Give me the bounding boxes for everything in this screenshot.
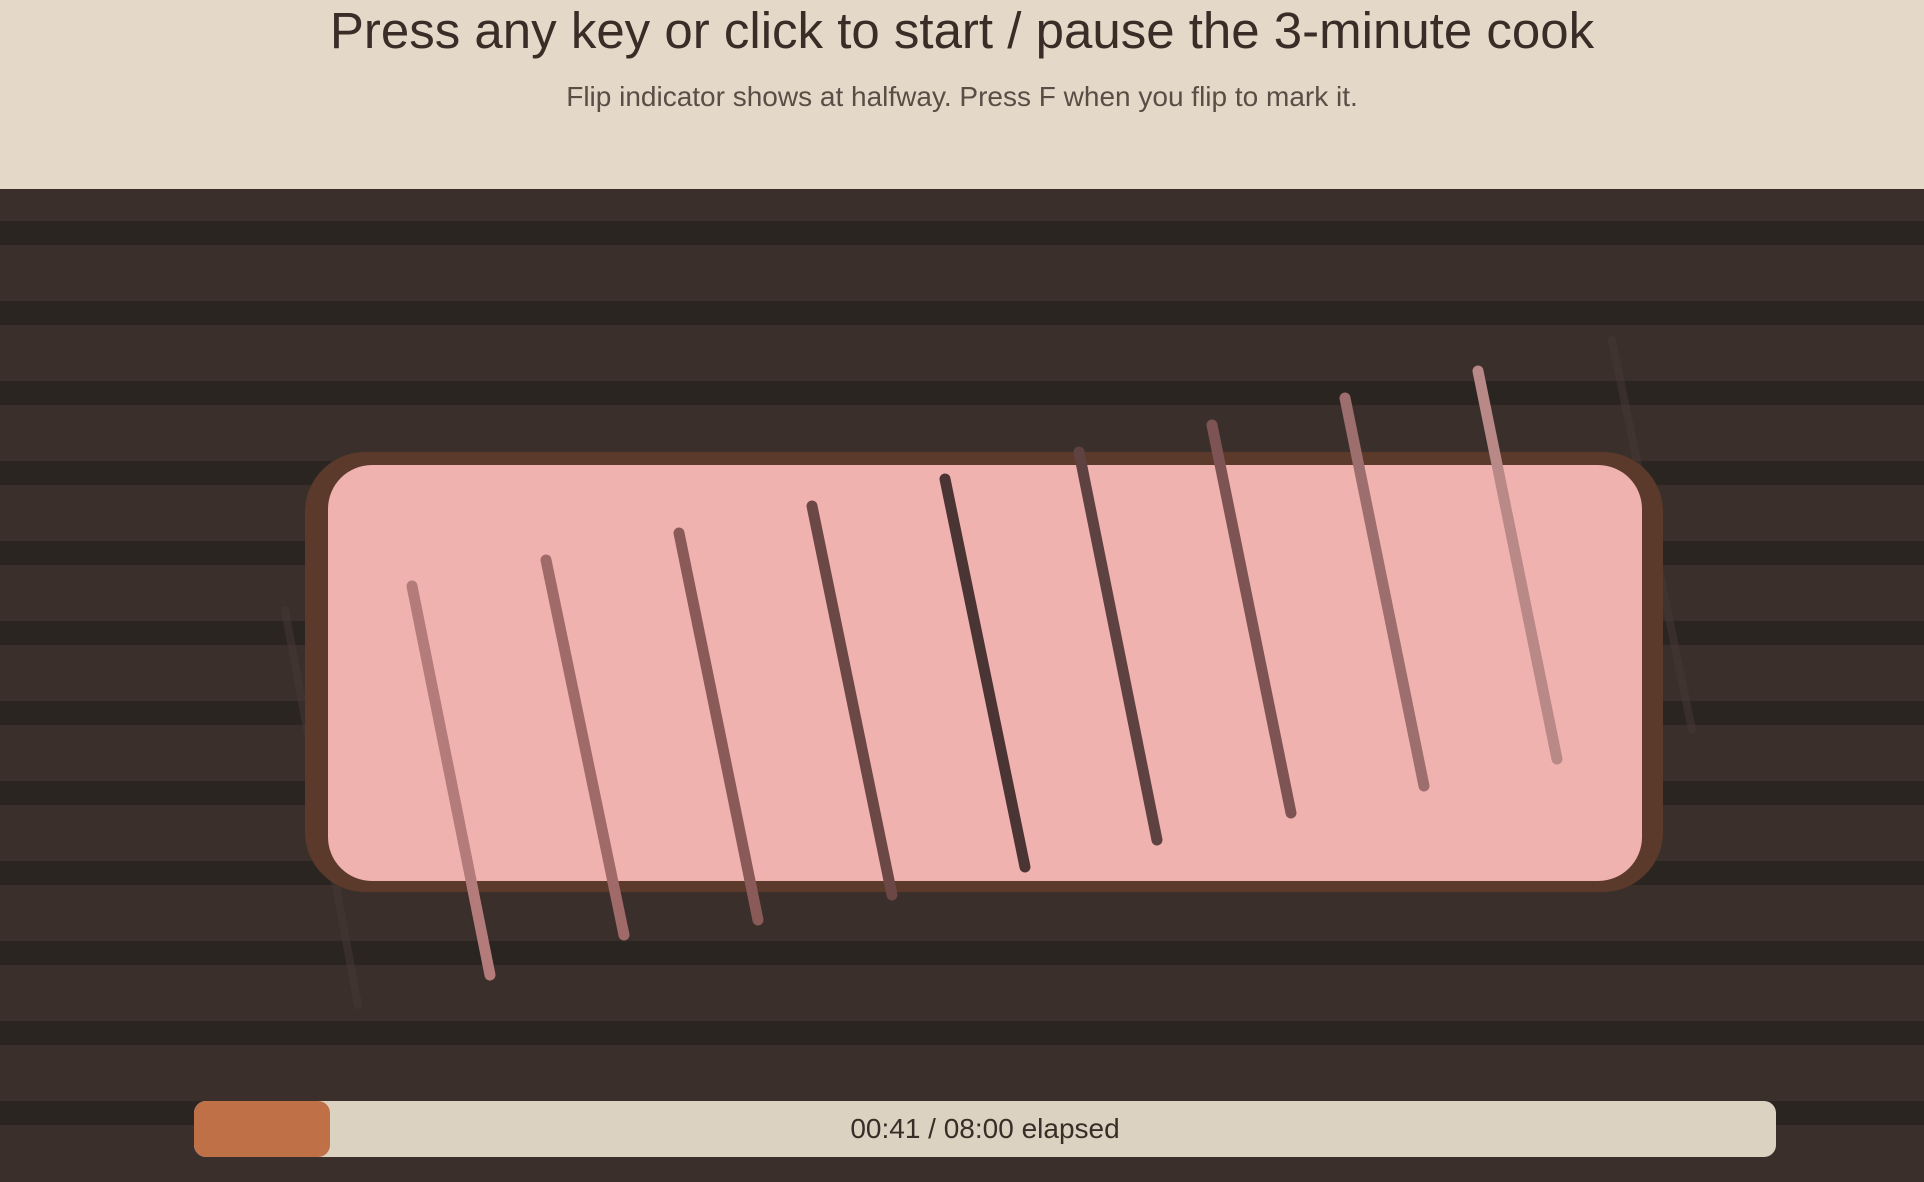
elapsed-time-label: 00:41 / 08:00 elapsed	[850, 1113, 1120, 1144]
steak-scene	[281, 336, 1696, 1009]
grill-surface[interactable]	[0, 189, 1924, 1182]
page-title: Press any key or click to start / pause …	[329, 2, 1595, 59]
instructions-header: Press any key or click to start / pause …	[0, 0, 1924, 189]
page-subtitle: Flip indicator shows at halfway. Press F…	[566, 81, 1358, 112]
cook-progress-bar: 00:41 / 08:00 elapsed	[194, 1101, 1776, 1157]
